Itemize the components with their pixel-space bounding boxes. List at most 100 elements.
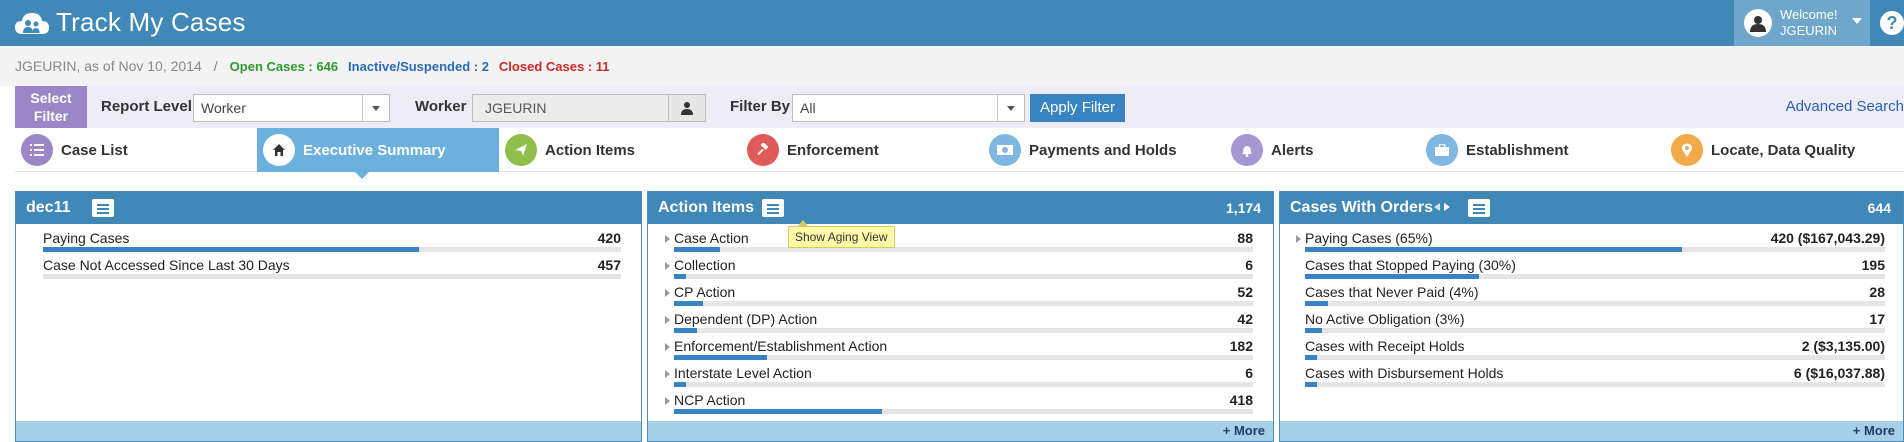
expand-triangle-icon[interactable] xyxy=(665,370,670,378)
dec11-panel: dec11 Paying Cases 420 Case Not Accessed… xyxy=(15,191,642,442)
progress-track xyxy=(674,409,1253,414)
expand-triangle-icon[interactable] xyxy=(665,262,670,270)
more-link[interactable]: + More xyxy=(1853,423,1895,438)
list-item[interactable]: Cases with Disbursement Holds 6 ($16,037… xyxy=(1280,361,1903,388)
panel-header: Cases With Orders 644 xyxy=(1280,192,1903,224)
bell-icon xyxy=(1231,134,1263,166)
progress-fill xyxy=(1305,355,1317,360)
list-view-icon[interactable] xyxy=(92,199,114,217)
select-filter-button[interactable]: Select Filter xyxy=(15,86,87,128)
more-link[interactable]: + More xyxy=(1223,423,1265,438)
worker-field[interactable]: JGEURIN xyxy=(472,94,669,122)
user-date-text: JGEURIN, as of Nov 10, 2014 xyxy=(15,58,202,74)
row-label: Enforcement/Establishment Action xyxy=(674,338,888,354)
expand-triangle-icon[interactable] xyxy=(665,289,670,297)
list-item[interactable]: Enforcement/Establishment Action 182 xyxy=(648,334,1273,361)
list-item[interactable]: Cases that Stopped Paying (30%) 195 xyxy=(1280,253,1903,280)
row-value: 195 xyxy=(1861,257,1885,273)
list-item[interactable]: Cases that Never Paid (4%) 28 xyxy=(1280,280,1903,307)
paper-plane-icon xyxy=(505,134,537,166)
filter-by-label: Filter By xyxy=(730,98,791,115)
expand-triangle-icon[interactable] xyxy=(1296,235,1301,243)
tab-label: Enforcement xyxy=(787,141,879,159)
progress-track xyxy=(674,355,1253,360)
tab-alerts[interactable]: Alerts xyxy=(1225,128,1420,172)
list-item[interactable]: NCP Action 418 xyxy=(648,388,1273,415)
progress-track xyxy=(674,382,1253,387)
help-icon[interactable]: ? xyxy=(1880,11,1904,35)
list-item[interactable]: Paying Cases 420 xyxy=(16,226,641,253)
report-level-select[interactable]: Worker xyxy=(193,94,390,122)
aging-view-icon[interactable] xyxy=(762,199,784,217)
list-icon xyxy=(21,134,53,166)
row-value: 6 xyxy=(1245,365,1253,381)
list-item[interactable]: No Active Obligation (3%) 17 xyxy=(1280,307,1903,334)
progress-fill xyxy=(674,247,721,252)
panel-header: Action Items 1,174 xyxy=(648,192,1273,224)
user-avatar-icon xyxy=(1744,9,1772,37)
list-view-icon[interactable] xyxy=(1468,199,1490,217)
panel-footer: + More xyxy=(648,421,1273,441)
worker-label: Worker xyxy=(415,98,467,115)
progress-fill xyxy=(1305,301,1329,306)
list-item[interactable]: Paying Cases (65%) 420 ($167,043.29) xyxy=(1280,226,1903,253)
progress-track xyxy=(674,301,1253,306)
list-item[interactable]: Case Action 88 xyxy=(648,226,1273,253)
apply-filter-button[interactable]: Apply Filter xyxy=(1030,94,1126,122)
row-label: Collection xyxy=(674,257,736,273)
expand-triangle-icon[interactable] xyxy=(665,316,670,324)
row-label: Interstate Level Action xyxy=(674,365,812,381)
expand-triangle-icon[interactable] xyxy=(665,235,670,243)
list-item[interactable]: Interstate Level Action 6 xyxy=(648,361,1273,388)
panel-footer: + More xyxy=(1280,421,1903,441)
expand-triangle-icon[interactable] xyxy=(665,343,670,351)
closed-cases-link[interactable]: Closed Cases : 11 xyxy=(499,59,610,74)
progress-fill xyxy=(674,355,767,360)
tab-locate-data-quality[interactable]: Locate, Data Quality xyxy=(1665,128,1904,172)
inactive-cases-link[interactable]: Inactive/Suspended : 2 xyxy=(348,59,489,74)
panel-total: 1,174 xyxy=(1225,200,1261,216)
user-menu[interactable]: Welcome! JGEURIN xyxy=(1734,0,1870,46)
chevron-down-icon[interactable] xyxy=(362,95,389,121)
worker-value: JGEURIN xyxy=(485,100,547,116)
progress-fill xyxy=(1305,274,1479,279)
cloud-people-icon xyxy=(15,12,49,34)
row-label: Cases that Stopped Paying (30%) xyxy=(1305,257,1516,273)
action-items-panel: Action Items 1,174 Case Action 88 Collec… xyxy=(647,191,1274,442)
progress-track xyxy=(1305,301,1885,306)
chevron-down-icon xyxy=(1852,18,1862,24)
tab-case-list[interactable]: Case List xyxy=(15,128,257,172)
map-marker-icon xyxy=(1671,134,1703,166)
list-item[interactable]: Case Not Accessed Since Last 30 Days 457 xyxy=(16,253,641,280)
aging-view-tooltip: Show Aging View xyxy=(788,220,895,248)
open-cases-link[interactable]: Open Cases : 646 xyxy=(230,59,338,74)
tab-executive-summary[interactable]: Executive Summary xyxy=(257,128,499,172)
list-item[interactable]: Dependent (DP) Action 42 xyxy=(648,307,1273,334)
list-item[interactable]: Collection 6 xyxy=(648,253,1273,280)
worker-lookup-button[interactable] xyxy=(668,94,706,122)
tab-payments-and-holds[interactable]: Payments and Holds xyxy=(983,128,1225,172)
list-item[interactable]: CP Action 52 xyxy=(648,280,1273,307)
filter-by-select[interactable]: All xyxy=(792,94,1025,122)
progress-track xyxy=(1305,247,1885,252)
advanced-search-link[interactable]: Advanced Search xyxy=(1786,98,1904,115)
progress-fill xyxy=(1305,382,1317,387)
expand-triangle-icon[interactable] xyxy=(665,397,670,405)
tab-action-items[interactable]: Action Items xyxy=(499,128,741,172)
row-value: 42 xyxy=(1237,311,1253,327)
chevron-down-icon[interactable] xyxy=(997,95,1024,121)
progress-fill xyxy=(1305,247,1682,252)
panel-header: dec11 xyxy=(16,192,641,224)
tab-label: Payments and Holds xyxy=(1029,141,1177,159)
tab-enforcement[interactable]: Enforcement xyxy=(741,128,983,172)
list-item[interactable]: Cases with Receipt Holds 2 ($3,135.00) xyxy=(1280,334,1903,361)
progress-fill xyxy=(674,274,686,279)
previous-arrow-icon[interactable] xyxy=(1434,203,1440,211)
tab-establishment[interactable]: Establishment xyxy=(1420,128,1665,172)
money-icon xyxy=(989,134,1021,166)
panel-footer xyxy=(16,421,641,441)
progress-fill xyxy=(674,382,686,387)
next-arrow-icon[interactable] xyxy=(1444,203,1450,211)
panel-body: Case Action 88 Collection 6 CP Action 52… xyxy=(648,224,1273,419)
app-logo[interactable]: Track My Cases xyxy=(14,7,246,38)
